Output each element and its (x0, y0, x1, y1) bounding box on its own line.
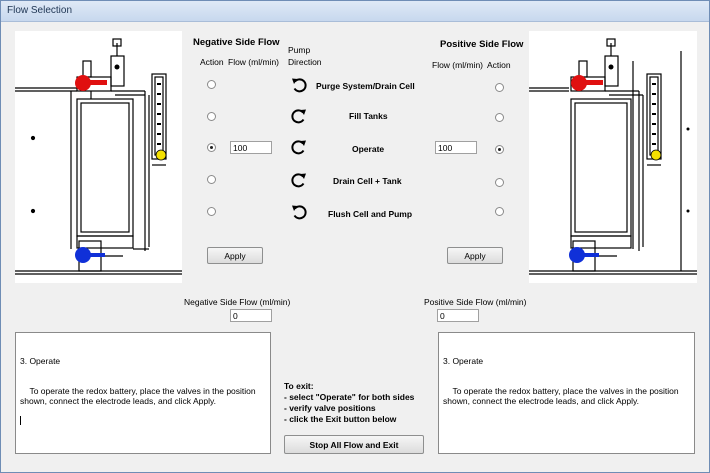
direction-header: Direction (288, 57, 322, 67)
exit-instruction-line: - click the Exit button below (284, 414, 397, 424)
positive-flow-indicator (650, 149, 662, 161)
counterclockwise-arrow-icon (292, 205, 307, 220)
positive-top-valve (571, 75, 587, 91)
negative-side-valve-diagram (15, 31, 182, 283)
positive-bottom-valve (569, 247, 585, 263)
negative-radio-operate[interactable] (207, 143, 216, 152)
negative-summary-value (230, 309, 272, 322)
positive-radio-fill[interactable] (495, 113, 504, 122)
exit-instruction-line: - verify valve positions (284, 403, 376, 413)
title-bar: Flow Selection (1, 1, 709, 22)
action-label-fill: Fill Tanks (349, 111, 388, 121)
positive-description-title: 3. Operate (443, 356, 484, 366)
positive-radio-purge[interactable] (495, 83, 504, 92)
positive-summary-label: Positive Side Flow (ml/min) (424, 297, 527, 307)
negative-radio-purge[interactable] (207, 80, 216, 89)
counterclockwise-arrow-icon (292, 78, 307, 93)
positive-description-box[interactable]: 3. Operate To operate the redox battery,… (438, 332, 695, 454)
action-label-flush: Flush Cell and Pump (328, 209, 413, 219)
negative-apply-button[interactable]: Apply (207, 247, 263, 264)
negative-description-box[interactable]: 3. Operate To operate the redox battery,… (15, 332, 271, 454)
negative-action-label: Action (200, 57, 224, 67)
action-label-drain: Drain Cell + Tank (333, 176, 402, 186)
positive-action-label: Action (487, 60, 511, 70)
positive-apply-button[interactable]: Apply (447, 247, 503, 264)
clockwise-arrow-icon (291, 109, 306, 124)
positive-summary-value (437, 309, 479, 322)
text-caret (20, 416, 21, 425)
negative-summary-label: Negative Side Flow (ml/min) (184, 297, 291, 307)
positive-description-body: To operate the redox battery, place the … (443, 386, 682, 406)
clockwise-arrow-icon (291, 140, 306, 155)
positive-flow-input[interactable] (435, 141, 477, 154)
negative-side-header: Negative Side Flow (193, 37, 280, 48)
positive-valve-schematic (529, 38, 697, 275)
positive-radio-drain[interactable] (495, 178, 504, 187)
negative-flow-label: Flow (ml/min) (228, 57, 279, 67)
positive-flow-label: Flow (ml/min) (432, 60, 483, 70)
negative-bottom-valve (75, 247, 91, 263)
exit-instruction-line: - select "Operate" for both sides (284, 392, 415, 402)
clockwise-arrow-icon (291, 173, 306, 188)
negative-flow-input[interactable] (230, 141, 272, 154)
exit-instructions: To exit: - select "Operate" for both sid… (284, 381, 414, 425)
positive-radio-operate[interactable] (495, 145, 504, 154)
negative-radio-flush[interactable] (207, 207, 216, 216)
positive-side-valve-diagram (529, 31, 697, 283)
flow-selection-window: Flow Selection Negative Side Flow Positi… (0, 0, 710, 473)
negative-description-title: 3. Operate (20, 356, 61, 366)
negative-description-body: To operate the redox battery, place the … (20, 386, 259, 406)
negative-top-valve (75, 75, 91, 91)
window-title: Flow Selection (7, 5, 73, 16)
negative-radio-drain[interactable] (207, 175, 216, 184)
action-label-operate: Operate (352, 144, 385, 154)
pump-header: Pump (288, 45, 311, 55)
negative-flow-indicator (155, 149, 167, 161)
positive-radio-flush[interactable] (495, 207, 504, 216)
exit-instruction-line: To exit: (284, 381, 314, 391)
negative-valve-schematic (15, 38, 182, 275)
negative-radio-fill[interactable] (207, 112, 216, 121)
positive-side-header: Positive Side Flow (440, 39, 524, 50)
action-label-purge: Purge System/Drain Cell (316, 81, 415, 91)
stop-all-flow-exit-button[interactable]: Stop All Flow and Exit (284, 435, 424, 454)
